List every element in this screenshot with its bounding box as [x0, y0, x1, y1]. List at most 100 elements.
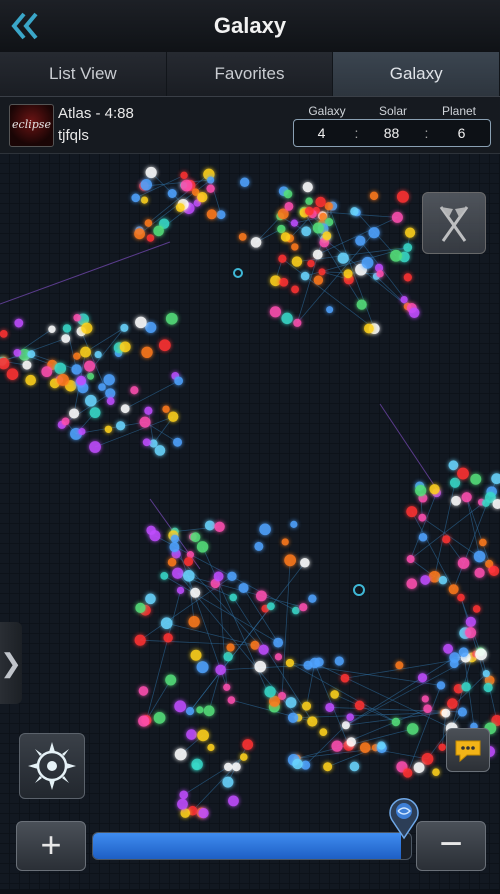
- star-system-node[interactable]: [177, 799, 188, 810]
- star-system-node[interactable]: [196, 706, 203, 713]
- star-system-node[interactable]: [134, 228, 145, 239]
- star-system-node[interactable]: [223, 652, 232, 661]
- star-system-node[interactable]: [256, 590, 267, 601]
- star-system-node[interactable]: [404, 273, 412, 281]
- star-system-node[interactable]: [227, 572, 236, 581]
- star-system-node[interactable]: [457, 594, 465, 602]
- star-system-node[interactable]: [143, 438, 151, 446]
- star-system-node[interactable]: [141, 179, 152, 190]
- star-system-node[interactable]: [303, 182, 313, 192]
- star-system-node[interactable]: [186, 729, 197, 740]
- star-system-node[interactable]: [450, 478, 460, 488]
- star-system-node[interactable]: [14, 349, 22, 357]
- star-system-node[interactable]: [305, 197, 313, 205]
- star-system-node[interactable]: [169, 542, 179, 552]
- star-system-node[interactable]: [342, 721, 350, 729]
- star-system-node[interactable]: [54, 363, 66, 375]
- star-system-node[interactable]: [301, 272, 310, 281]
- star-system-node[interactable]: [7, 368, 19, 380]
- star-system-node[interactable]: [180, 172, 187, 179]
- star-system-node[interactable]: [418, 514, 426, 522]
- star-system-node[interactable]: [429, 571, 441, 583]
- star-system-node[interactable]: [420, 575, 430, 585]
- star-system-node[interactable]: [307, 260, 314, 267]
- star-system-node[interactable]: [141, 196, 148, 203]
- star-system-node[interactable]: [443, 644, 453, 654]
- star-system-node[interactable]: [105, 388, 115, 398]
- star-system-node[interactable]: [197, 541, 208, 552]
- star-system-node[interactable]: [153, 226, 164, 237]
- star-system-node[interactable]: [344, 269, 353, 278]
- star-system-node[interactable]: [341, 674, 350, 683]
- star-system-node[interactable]: [183, 570, 195, 582]
- star-system-node[interactable]: [159, 339, 171, 351]
- star-system-node[interactable]: [214, 571, 224, 581]
- star-system-node[interactable]: [360, 742, 371, 753]
- star-system-node[interactable]: [176, 203, 185, 212]
- star-system-node[interactable]: [228, 696, 236, 704]
- star-system-node[interactable]: [409, 308, 419, 318]
- star-system-node[interactable]: [140, 417, 151, 428]
- star-system-node[interactable]: [418, 673, 427, 682]
- star-system-node[interactable]: [364, 324, 374, 334]
- star-system-node[interactable]: [161, 617, 173, 629]
- star-system-node[interactable]: [335, 656, 344, 665]
- star-system-node[interactable]: [160, 572, 168, 580]
- star-system-node[interactable]: [145, 594, 156, 605]
- star-system-node[interactable]: [422, 695, 429, 702]
- star-system-node[interactable]: [475, 648, 487, 660]
- star-system-node[interactable]: [76, 376, 86, 386]
- star-system-node[interactable]: [403, 243, 412, 252]
- star-system-node[interactable]: [451, 496, 461, 506]
- star-system-node[interactable]: [395, 661, 403, 669]
- star-system-node[interactable]: [307, 716, 317, 726]
- star-system-node[interactable]: [273, 638, 283, 648]
- star-system-node[interactable]: [107, 397, 115, 405]
- star-system-node[interactable]: [259, 524, 271, 536]
- star-system-node[interactable]: [240, 178, 249, 187]
- star-system-node[interactable]: [162, 405, 169, 412]
- star-system-node[interactable]: [184, 557, 193, 566]
- star-system-node[interactable]: [318, 268, 325, 275]
- star-system-node[interactable]: [447, 698, 458, 709]
- star-system-node[interactable]: [362, 257, 374, 269]
- star-system-node[interactable]: [291, 220, 298, 227]
- star-system-node[interactable]: [407, 555, 415, 563]
- star-system-node[interactable]: [286, 697, 297, 708]
- star-system-node[interactable]: [174, 377, 183, 386]
- star-system-node[interactable]: [61, 334, 70, 343]
- star-system-node[interactable]: [145, 219, 153, 227]
- star-system-node[interactable]: [392, 212, 403, 223]
- star-system-node[interactable]: [325, 202, 333, 210]
- star-system-node[interactable]: [441, 709, 450, 718]
- star-system-node[interactable]: [319, 728, 327, 736]
- star-system-node[interactable]: [174, 700, 186, 712]
- star-system-node[interactable]: [14, 319, 23, 328]
- star-system-node[interactable]: [299, 603, 307, 611]
- star-system-node[interactable]: [251, 237, 262, 248]
- star-system-node[interactable]: [325, 703, 334, 712]
- star-system-node[interactable]: [103, 374, 114, 385]
- star-system-node[interactable]: [347, 737, 356, 746]
- star-system-node[interactable]: [81, 323, 92, 334]
- star-system-node[interactable]: [422, 753, 434, 765]
- star-system-node[interactable]: [197, 192, 207, 202]
- star-system-node[interactable]: [392, 718, 400, 726]
- star-system-node[interactable]: [239, 583, 249, 593]
- star-system-node[interactable]: [224, 763, 232, 771]
- star-system-node[interactable]: [25, 375, 36, 386]
- star-system-node[interactable]: [197, 729, 209, 741]
- star-system-node[interactable]: [146, 167, 157, 178]
- star-system-node[interactable]: [145, 322, 156, 333]
- star-system-node[interactable]: [165, 674, 176, 685]
- star-system-node[interactable]: [458, 707, 467, 716]
- star-system-node[interactable]: [457, 468, 469, 480]
- star-system-node[interactable]: [439, 576, 447, 584]
- star-system-node[interactable]: [73, 314, 80, 321]
- zoom-slider[interactable]: [92, 832, 412, 860]
- star-system-node[interactable]: [414, 762, 425, 773]
- star-system-node[interactable]: [338, 253, 349, 264]
- star-system-node[interactable]: [63, 324, 71, 332]
- star-system-node[interactable]: [190, 588, 200, 598]
- star-system-node[interactable]: [62, 417, 70, 425]
